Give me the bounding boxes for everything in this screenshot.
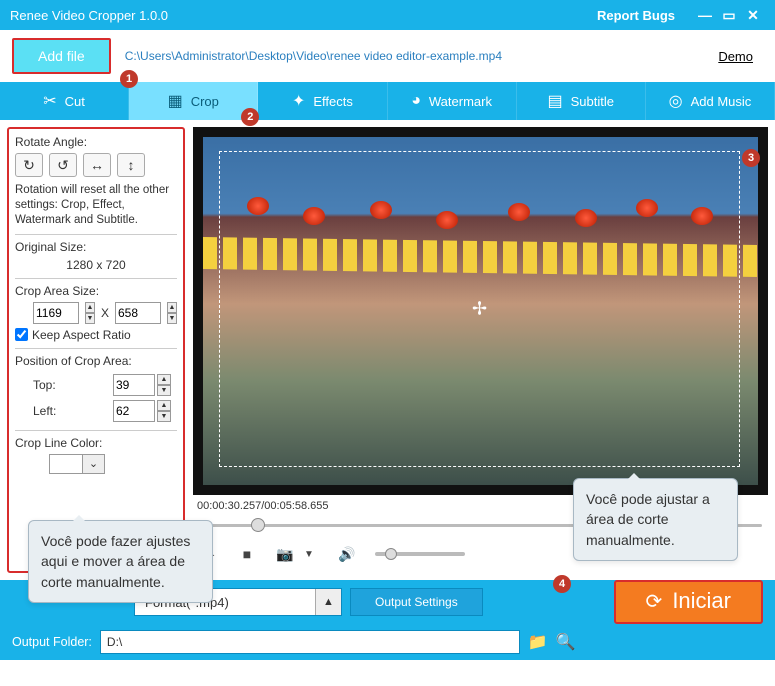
snapshot-button[interactable]: 📷 xyxy=(275,544,295,564)
output-format-dropdown[interactable]: ▲ xyxy=(315,589,341,615)
top-label: Top: xyxy=(33,378,56,392)
minimize-button[interactable]: — xyxy=(693,7,717,23)
tab-crop[interactable]: ▦Crop 2 xyxy=(129,82,258,120)
start-button[interactable]: ⟳ Iniciar xyxy=(614,580,763,624)
output-folder-label: Output Folder: xyxy=(12,635,92,649)
seek-thumb[interactable] xyxy=(251,518,265,532)
top-spinner[interactable]: ▲▼ xyxy=(157,374,171,396)
start-label: Iniciar xyxy=(672,588,731,614)
rotate-cw-button[interactable]: ↻ xyxy=(15,153,43,177)
annotation-4: 4 xyxy=(553,575,571,593)
top-toolbar: Add file 1 C:\Users\Administrator\Deskto… xyxy=(0,30,775,82)
crop-line-color-label: Crop Line Color: xyxy=(15,436,177,450)
left-input[interactable] xyxy=(113,400,155,422)
add-file-button[interactable]: Add file xyxy=(12,38,111,74)
tab-watermark[interactable]: ◕ Watermark xyxy=(388,82,517,120)
keep-aspect-ratio-input[interactable] xyxy=(15,328,28,341)
refresh-icon: ⟳ xyxy=(646,589,663,614)
crop-settings-panel: Rotate Angle: ↻ ↺ ↔ ↕ Rotation will rese… xyxy=(7,127,185,573)
x-separator: X xyxy=(101,306,109,320)
volume-button[interactable]: 🔊 xyxy=(337,544,357,564)
scissors-icon: ✂ xyxy=(43,91,56,111)
crop-line-color-dropdown[interactable]: ⌄ xyxy=(83,454,105,474)
annotation-3: 3 xyxy=(742,149,760,167)
crop-height-spinner[interactable]: ▲▼ xyxy=(167,302,177,324)
tab-add-music[interactable]: ◎ Add Music xyxy=(646,82,775,120)
subtitle-icon: ▤ xyxy=(548,91,563,111)
crop-height-input[interactable] xyxy=(115,302,161,324)
tab-cut[interactable]: ✂ Cut xyxy=(0,82,129,120)
rotate-ccw-button[interactable]: ↺ xyxy=(49,153,77,177)
crop-width-spinner[interactable]: ▲▼ xyxy=(85,302,95,324)
output-folder-bar: Output Folder: 📁 🔍 xyxy=(0,624,775,660)
title-bar: Renee Video Cropper 1.0.0 Report Bugs — … xyxy=(0,0,775,30)
maximize-button[interactable]: ▭ xyxy=(717,7,741,24)
video-preview[interactable]: ✢ 3 xyxy=(193,127,768,495)
sparkle-icon: ✦ xyxy=(292,91,305,111)
tab-label: Subtitle xyxy=(571,94,614,109)
original-size-value: 1280 x 720 xyxy=(15,258,177,272)
output-settings-button[interactable]: Output Settings xyxy=(350,588,483,616)
tab-effects[interactable]: ✦ Effects xyxy=(258,82,387,120)
tab-label: Add Music xyxy=(691,94,752,109)
crop-selection-box[interactable]: ✢ xyxy=(219,151,740,467)
crop-center-icon: ✢ xyxy=(472,299,487,320)
rotation-hint: Rotation will reset all the other settin… xyxy=(15,183,177,228)
tab-bar: ✂Cut ▦Crop 2 ✦Effects ◕Watermark ▤Subtit… xyxy=(0,82,775,120)
close-button[interactable]: ✕ xyxy=(741,7,765,24)
volume-thumb[interactable] xyxy=(385,548,397,560)
left-label: Left: xyxy=(33,404,56,418)
folder-icon[interactable]: 📁 xyxy=(528,632,548,652)
tab-label: Crop xyxy=(191,94,219,109)
callout-side-panel: Você pode fazer ajustes aqui e mover a á… xyxy=(28,520,213,603)
time-current: 00:00:30.257 xyxy=(197,500,261,512)
current-file-path: C:\Users\Administrator\Desktop\Video\ren… xyxy=(125,49,719,63)
keep-aspect-ratio-label: Keep Aspect Ratio xyxy=(32,328,131,342)
stop-button[interactable]: ■ xyxy=(237,544,257,564)
crop-line-color-swatch xyxy=(49,454,83,474)
output-folder-input[interactable] xyxy=(100,630,520,654)
app-title: Renee Video Cropper 1.0.0 xyxy=(10,8,597,23)
flip-horizontal-button[interactable]: ↔ xyxy=(83,153,111,177)
keep-aspect-ratio-checkbox[interactable]: Keep Aspect Ratio xyxy=(15,328,177,342)
snapshot-dropdown[interactable]: ▼ xyxy=(299,544,319,564)
tab-subtitle[interactable]: ▤ Subtitle xyxy=(517,82,646,120)
tab-label: Cut xyxy=(65,94,85,109)
callout-crop-box: Você pode ajustar a área de corte manual… xyxy=(573,478,738,561)
flip-vertical-button[interactable]: ↕ xyxy=(117,153,145,177)
top-input[interactable] xyxy=(113,374,155,396)
music-icon: ◎ xyxy=(669,91,683,111)
tab-label: Watermark xyxy=(429,94,492,109)
crop-area-size-label: Crop Area Size: xyxy=(15,284,177,298)
annotation-1: 1 xyxy=(120,70,138,88)
crop-width-input[interactable] xyxy=(33,302,79,324)
left-spinner[interactable]: ▲▼ xyxy=(157,400,171,422)
demo-link[interactable]: Demo xyxy=(718,49,753,64)
search-icon[interactable]: 🔍 xyxy=(556,632,576,652)
original-size-label: Original Size: xyxy=(15,240,177,254)
position-label: Position of Crop Area: xyxy=(15,354,177,368)
report-bugs-link[interactable]: Report Bugs xyxy=(597,8,675,23)
volume-slider[interactable] xyxy=(375,552,465,556)
droplet-icon: ◕ xyxy=(411,92,421,110)
time-total: 00:05:58.655 xyxy=(264,500,328,512)
rotate-angle-label: Rotate Angle: xyxy=(15,135,177,149)
crop-icon: ▦ xyxy=(168,91,183,111)
tab-label: Effects xyxy=(313,94,353,109)
